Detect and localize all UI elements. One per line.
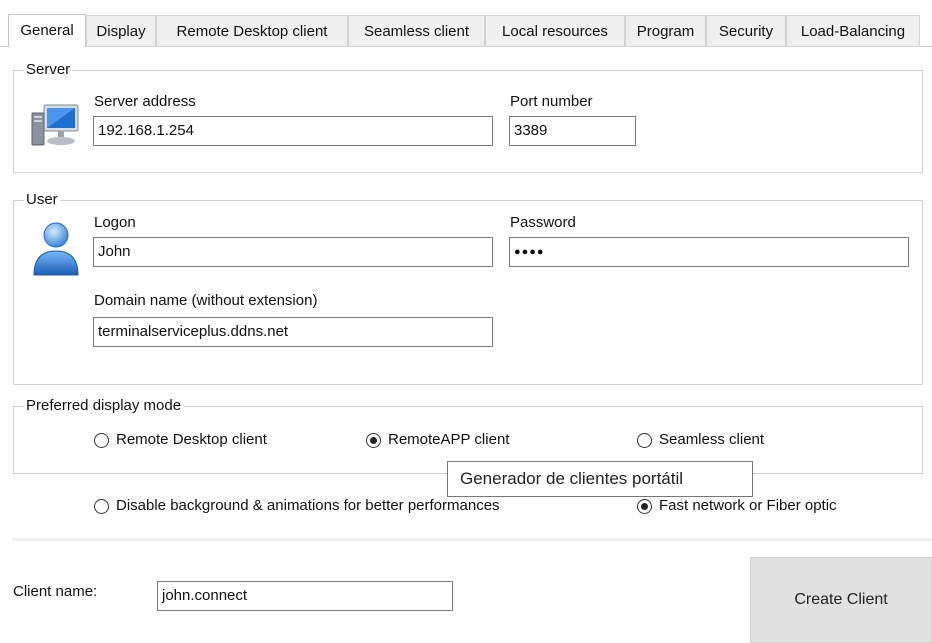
tab-load-balancing[interactable]: Load-Balancing [786,15,920,46]
radio-button[interactable] [94,499,109,514]
tab-security[interactable]: Security [706,15,786,46]
radio-button[interactable] [637,433,652,448]
tooltip: Generador de clientes portátil [447,461,753,497]
display-mode-title: Preferred display mode [24,397,184,414]
server-group-title: Server [24,61,73,78]
user-avatar-icon [30,219,82,279]
radio-label: Seamless client [659,431,765,448]
password-label: Password [510,214,576,231]
create-client-button[interactable]: Create Client [750,557,932,643]
tab-divider [0,46,932,47]
logon-label: Logon [94,214,136,231]
server-address-input[interactable]: 192.168.1.254 [93,116,493,146]
tab-seamless-client[interactable]: Seamless client [348,15,485,46]
client-name-label: Client name: [13,583,98,600]
tab-program[interactable]: Program [625,15,706,46]
user-group-title: User [24,191,60,208]
radio-label: RemoteAPP client [388,431,510,448]
radio-label: Disable background & animations for bett… [116,497,500,514]
tab-local-resources[interactable]: Local resources [485,15,625,46]
tab-remote-desktop-client[interactable]: Remote Desktop client [156,15,348,46]
tab-display[interactable]: Display [86,15,156,46]
computer-monitor-icon [30,101,82,149]
domain-name-input[interactable]: terminalserviceplus.ddns.net [93,317,493,347]
separator [12,538,932,541]
port-number-label: Port number [510,93,593,110]
password-input[interactable]: ●●●● [509,237,909,267]
radio-button[interactable] [637,499,652,514]
domain-name-label: Domain name (without extension) [94,292,318,309]
radio-button[interactable] [366,433,381,448]
client-name-input[interactable]: john.connect [157,581,453,611]
tab-strip: General Display Remote Desktop client Se… [0,14,932,47]
tab-general[interactable]: General [8,14,86,47]
port-number-input[interactable]: 3389 [509,116,636,146]
logon-input[interactable]: John [93,237,493,267]
radio-label: Fast network or Fiber optic [659,497,837,514]
radio-button[interactable] [94,433,109,448]
radio-label: Remote Desktop client [116,431,267,448]
server-address-label: Server address [94,93,196,110]
